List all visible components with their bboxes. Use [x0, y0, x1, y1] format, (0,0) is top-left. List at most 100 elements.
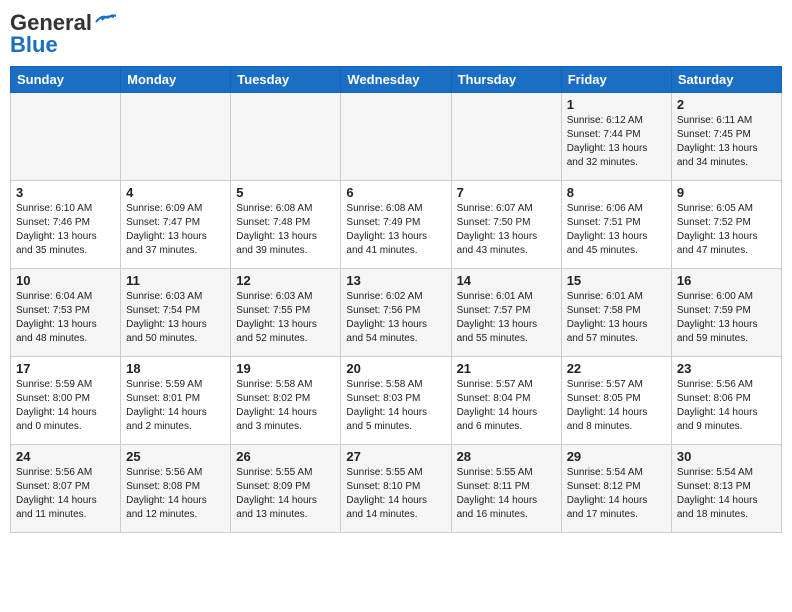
- weekday-header-wednesday: Wednesday: [341, 67, 451, 93]
- day-number: 23: [677, 361, 776, 376]
- day-info: Sunrise: 6:01 AMSunset: 7:58 PMDaylight:…: [567, 290, 666, 346]
- calendar-cell: 30 Sunrise: 5:54 AMSunset: 8:13 PMDayligh…: [671, 445, 781, 533]
- day-info: Sunrise: 6:04 AMSunset: 7:53 PMDaylight:…: [16, 290, 115, 346]
- day-info: Sunrise: 5:59 AMSunset: 8:01 PMDaylight:…: [126, 378, 225, 434]
- day-info: Sunrise: 5:58 AMSunset: 8:03 PMDaylight:…: [346, 378, 445, 434]
- day-info: Sunrise: 6:03 AMSunset: 7:54 PMDaylight:…: [126, 290, 225, 346]
- day-number: 15: [567, 273, 666, 288]
- calendar-cell: 14 Sunrise: 6:01 AMSunset: 7:57 PMDayligh…: [451, 269, 561, 357]
- calendar-cell: 15 Sunrise: 6:01 AMSunset: 7:58 PMDayligh…: [561, 269, 671, 357]
- day-number: 22: [567, 361, 666, 376]
- calendar-cell: 20 Sunrise: 5:58 AMSunset: 8:03 PMDayligh…: [341, 357, 451, 445]
- day-info: Sunrise: 6:00 AMSunset: 7:59 PMDaylight:…: [677, 290, 776, 346]
- calendar-cell: 11 Sunrise: 6:03 AMSunset: 7:54 PMDayligh…: [121, 269, 231, 357]
- calendar-cell: 2 Sunrise: 6:11 AMSunset: 7:45 PMDaylight…: [671, 93, 781, 181]
- day-number: 16: [677, 273, 776, 288]
- day-info: Sunrise: 6:05 AMSunset: 7:52 PMDaylight:…: [677, 202, 776, 258]
- day-info: Sunrise: 5:55 AMSunset: 8:09 PMDaylight:…: [236, 466, 335, 522]
- calendar-week-row: 3 Sunrise: 6:10 AMSunset: 7:46 PMDaylight…: [11, 181, 782, 269]
- day-number: 12: [236, 273, 335, 288]
- day-info: Sunrise: 6:09 AMSunset: 7:47 PMDaylight:…: [126, 202, 225, 258]
- calendar-cell: 1Sunrise: 6:12 AMSunset: 7:44 PMDaylight…: [561, 93, 671, 181]
- day-info: Sunrise: 5:56 AMSunset: 8:06 PMDaylight:…: [677, 378, 776, 434]
- calendar-cell: [341, 93, 451, 181]
- logo-blue-text: Blue: [10, 32, 58, 58]
- day-info: Sunrise: 5:55 AMSunset: 8:11 PMDaylight:…: [457, 466, 556, 522]
- day-info: Sunrise: 6:01 AMSunset: 7:57 PMDaylight:…: [457, 290, 556, 346]
- calendar-cell: 4 Sunrise: 6:09 AMSunset: 7:47 PMDaylight…: [121, 181, 231, 269]
- weekday-header-monday: Monday: [121, 67, 231, 93]
- day-number: 1: [567, 97, 666, 112]
- calendar-cell: 5 Sunrise: 6:08 AMSunset: 7:48 PMDaylight…: [231, 181, 341, 269]
- day-info: Sunrise: 6:02 AMSunset: 7:56 PMDaylight:…: [346, 290, 445, 346]
- day-number: 13: [346, 273, 445, 288]
- day-number: 2: [677, 97, 776, 112]
- day-number: 4: [126, 185, 225, 200]
- weekday-header-saturday: Saturday: [671, 67, 781, 93]
- day-info: Sunrise: 6:08 AMSunset: 7:48 PMDaylight:…: [236, 202, 335, 258]
- day-info: Sunrise: 6:07 AMSunset: 7:50 PMDaylight:…: [457, 202, 556, 258]
- day-number: 30: [677, 449, 776, 464]
- day-info: Sunrise: 6:06 AMSunset: 7:51 PMDaylight:…: [567, 202, 666, 258]
- day-number: 17: [16, 361, 115, 376]
- logo-bird-icon: [94, 12, 116, 30]
- day-number: 20: [346, 361, 445, 376]
- calendar-cell: 6 Sunrise: 6:08 AMSunset: 7:49 PMDaylight…: [341, 181, 451, 269]
- day-info: Sunrise: 6:08 AMSunset: 7:49 PMDaylight:…: [346, 202, 445, 258]
- calendar-cell: 8 Sunrise: 6:06 AMSunset: 7:51 PMDaylight…: [561, 181, 671, 269]
- day-number: 26: [236, 449, 335, 464]
- calendar-cell: [11, 93, 121, 181]
- calendar-cell: 18 Sunrise: 5:59 AMSunset: 8:01 PMDayligh…: [121, 357, 231, 445]
- page-header: General Blue: [10, 10, 782, 58]
- calendar-header-row: SundayMondayTuesdayWednesdayThursdayFrid…: [11, 67, 782, 93]
- calendar-week-row: 1Sunrise: 6:12 AMSunset: 7:44 PMDaylight…: [11, 93, 782, 181]
- calendar-cell: 21Sunrise: 5:57 AMSunset: 8:04 PMDayligh…: [451, 357, 561, 445]
- calendar-cell: 23 Sunrise: 5:56 AMSunset: 8:06 PMDayligh…: [671, 357, 781, 445]
- calendar-week-row: 24 Sunrise: 5:56 AMSunset: 8:07 PMDayligh…: [11, 445, 782, 533]
- calendar-cell: 25 Sunrise: 5:56 AMSunset: 8:08 PMDayligh…: [121, 445, 231, 533]
- day-info: Sunrise: 6:10 AMSunset: 7:46 PMDaylight:…: [16, 202, 115, 258]
- calendar-cell: 12 Sunrise: 6:03 AMSunset: 7:55 PMDayligh…: [231, 269, 341, 357]
- calendar-cell: 24 Sunrise: 5:56 AMSunset: 8:07 PMDayligh…: [11, 445, 121, 533]
- calendar-cell: 26 Sunrise: 5:55 AMSunset: 8:09 PMDayligh…: [231, 445, 341, 533]
- day-info: Sunrise: 5:57 AMSunset: 8:05 PMDaylight:…: [567, 378, 666, 434]
- day-number: 7: [457, 185, 556, 200]
- calendar-cell: 27Sunrise: 5:55 AMSunset: 8:10 PMDayligh…: [341, 445, 451, 533]
- calendar-cell: 28 Sunrise: 5:55 AMSunset: 8:11 PMDayligh…: [451, 445, 561, 533]
- day-number: 9: [677, 185, 776, 200]
- day-info: Sunrise: 5:54 AMSunset: 8:12 PMDaylight:…: [567, 466, 666, 522]
- day-info: Sunrise: 6:11 AMSunset: 7:45 PMDaylight:…: [677, 114, 776, 170]
- weekday-header-thursday: Thursday: [451, 67, 561, 93]
- calendar-cell: 17Sunrise: 5:59 AMSunset: 8:00 PMDayligh…: [11, 357, 121, 445]
- day-info: Sunrise: 5:55 AMSunset: 8:10 PMDaylight:…: [346, 466, 445, 522]
- logo: General Blue: [10, 10, 116, 58]
- calendar-table: SundayMondayTuesdayWednesdayThursdayFrid…: [10, 66, 782, 533]
- calendar-week-row: 10 Sunrise: 6:04 AMSunset: 7:53 PMDayligh…: [11, 269, 782, 357]
- day-info: Sunrise: 5:54 AMSunset: 8:13 PMDaylight:…: [677, 466, 776, 522]
- day-number: 21: [457, 361, 556, 376]
- calendar-cell: 16 Sunrise: 6:00 AMSunset: 7:59 PMDayligh…: [671, 269, 781, 357]
- weekday-header-tuesday: Tuesday: [231, 67, 341, 93]
- day-number: 18: [126, 361, 225, 376]
- calendar-cell: 13 Sunrise: 6:02 AMSunset: 7:56 PMDayligh…: [341, 269, 451, 357]
- day-info: Sunrise: 5:56 AMSunset: 8:07 PMDaylight:…: [16, 466, 115, 522]
- day-number: 24: [16, 449, 115, 464]
- day-info: Sunrise: 6:03 AMSunset: 7:55 PMDaylight:…: [236, 290, 335, 346]
- calendar-cell: 10 Sunrise: 6:04 AMSunset: 7:53 PMDayligh…: [11, 269, 121, 357]
- day-number: 14: [457, 273, 556, 288]
- weekday-header-friday: Friday: [561, 67, 671, 93]
- calendar-cell: 7 Sunrise: 6:07 AMSunset: 7:50 PMDaylight…: [451, 181, 561, 269]
- day-info: Sunrise: 5:56 AMSunset: 8:08 PMDaylight:…: [126, 466, 225, 522]
- day-number: 25: [126, 449, 225, 464]
- day-number: 11: [126, 273, 225, 288]
- day-number: 6: [346, 185, 445, 200]
- calendar-cell: [451, 93, 561, 181]
- day-number: 5: [236, 185, 335, 200]
- day-number: 3: [16, 185, 115, 200]
- day-number: 8: [567, 185, 666, 200]
- day-number: 10: [16, 273, 115, 288]
- calendar-cell: 29 Sunrise: 5:54 AMSunset: 8:12 PMDayligh…: [561, 445, 671, 533]
- day-number: 29: [567, 449, 666, 464]
- calendar-cell: 19Sunrise: 5:58 AMSunset: 8:02 PMDayligh…: [231, 357, 341, 445]
- day-number: 28: [457, 449, 556, 464]
